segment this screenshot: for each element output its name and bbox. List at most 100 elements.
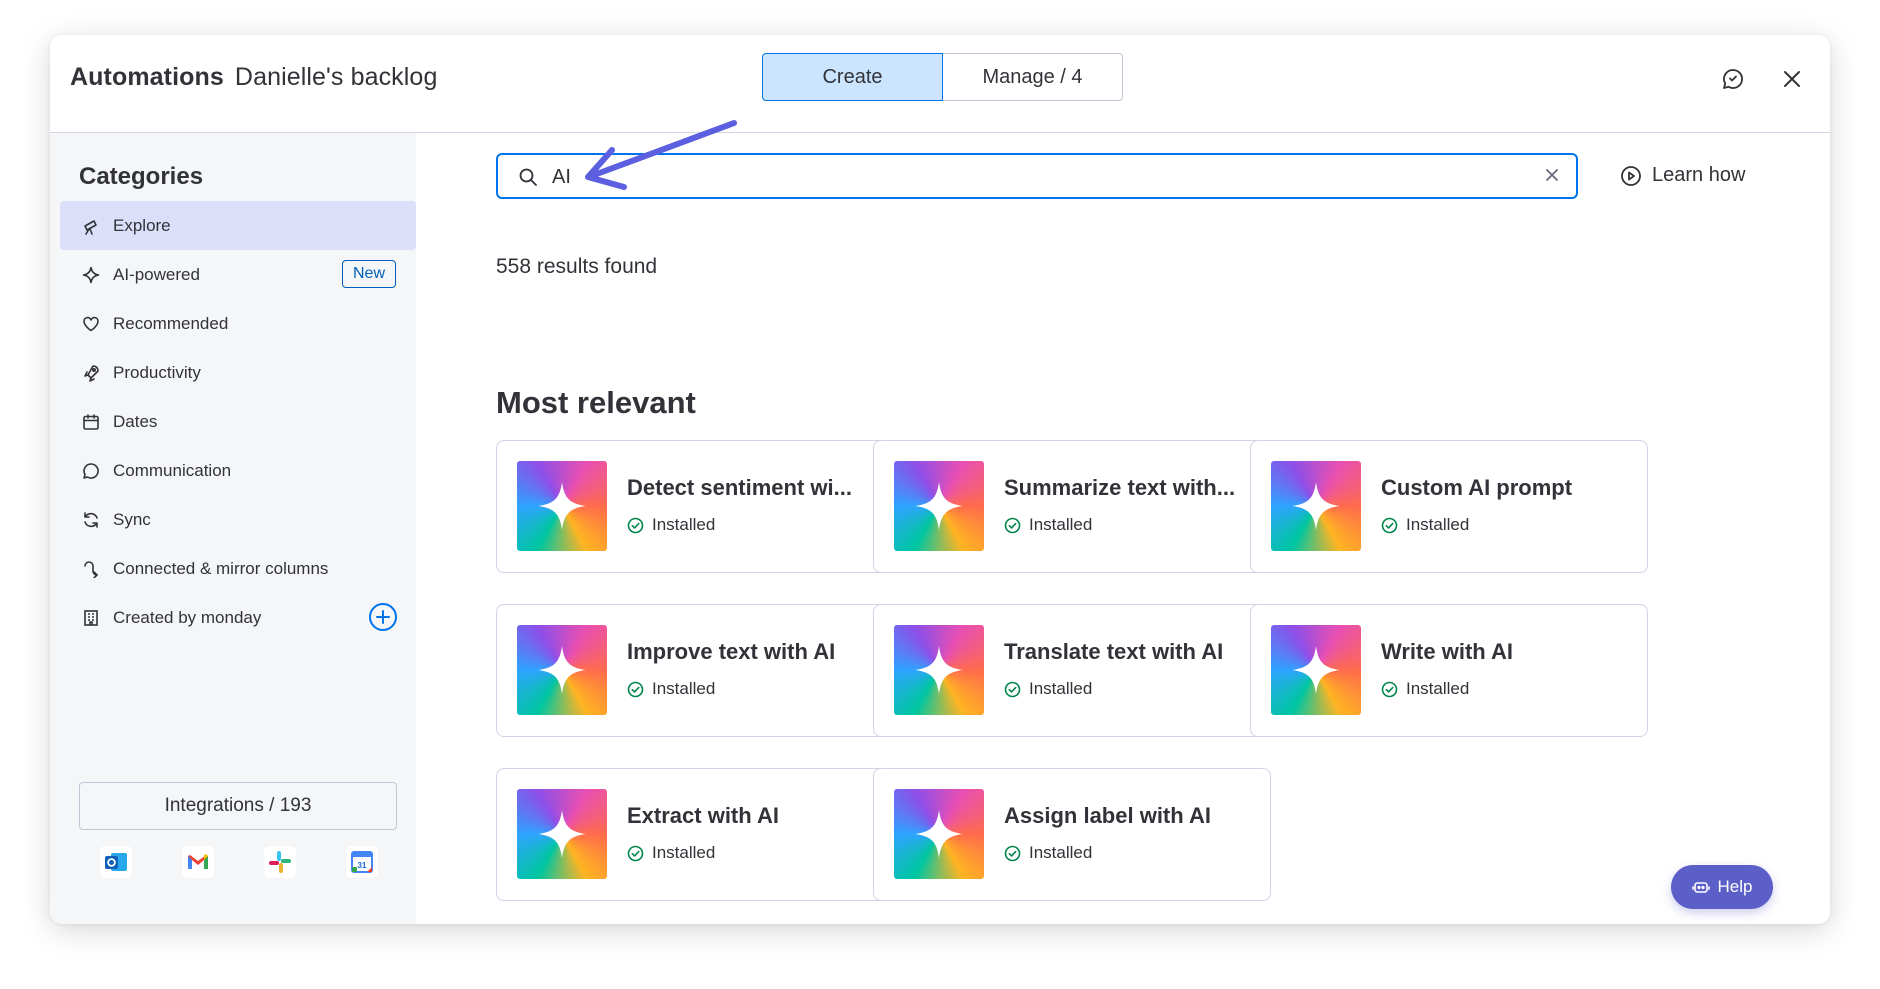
- tab-create[interactable]: Create: [762, 53, 943, 101]
- plus-icon: [376, 610, 390, 624]
- status-label: Installed: [1406, 679, 1470, 698]
- status-label: Installed: [1029, 843, 1093, 862]
- category-connected-mirror[interactable]: Connected & mirror columns: [60, 544, 416, 593]
- ai-sparkle-tile: [894, 461, 984, 551]
- add-custom-button[interactable]: [369, 603, 397, 631]
- category-label: Dates: [113, 411, 158, 431]
- check-circle-icon: [1004, 517, 1021, 534]
- check-circle-icon: [1004, 681, 1021, 698]
- modal-header: Automations Danielle's backlog Create Ma…: [50, 35, 1830, 133]
- sparkle-icon: [1292, 646, 1340, 694]
- help-button[interactable]: Help: [1671, 865, 1773, 909]
- integrations-button[interactable]: Integrations / 193: [79, 782, 397, 830]
- gmail-icon[interactable]: [182, 846, 214, 878]
- slack-icon[interactable]: [264, 846, 296, 878]
- board-name: Danielle's backlog: [234, 63, 438, 91]
- installed-status: Installed: [1381, 679, 1469, 699]
- building-icon: [81, 608, 101, 628]
- check-circle-icon: [1004, 845, 1021, 862]
- ai-sparkle-tile: [1271, 461, 1361, 551]
- search-icon: [518, 167, 538, 192]
- installed-status: Installed: [1004, 515, 1092, 535]
- ai-sparkle-tile: [517, 461, 607, 551]
- search-input[interactable]: [550, 161, 1504, 193]
- card-title: Extract with AI: [627, 803, 779, 828]
- categories-list: Explore AI-powered New Recommended Produ…: [60, 201, 416, 642]
- category-label: Communication: [113, 460, 232, 480]
- category-label: Sync: [113, 509, 151, 529]
- sparkle-icon: [538, 482, 586, 530]
- category-sync[interactable]: Sync: [60, 495, 416, 544]
- category-communication[interactable]: Communication: [60, 446, 416, 495]
- category-label: Created by monday: [113, 607, 262, 627]
- automation-card[interactable]: Extract with AI Installed: [496, 768, 894, 901]
- card-title: Translate text with AI: [1004, 639, 1224, 664]
- calendar-icon: [81, 412, 101, 432]
- clear-search-icon[interactable]: [1544, 167, 1560, 188]
- automation-card[interactable]: Custom AI prompt Installed: [1250, 440, 1648, 573]
- modal-title: Automations Danielle's backlog: [70, 63, 437, 92]
- mirror-icon: [81, 559, 101, 579]
- check-circle-icon: [627, 845, 644, 862]
- automation-card[interactable]: Translate text with AI Installed: [873, 604, 1271, 737]
- category-productivity[interactable]: Productivity: [60, 348, 416, 397]
- installed-status: Installed: [627, 515, 715, 535]
- installed-status: Installed: [627, 679, 715, 699]
- ai-sparkle-tile: [894, 625, 984, 715]
- sparkle-icon: [1292, 482, 1340, 530]
- card-title: Improve text with AI: [627, 639, 836, 664]
- automation-card[interactable]: Summarize text with... Installed: [873, 440, 1271, 573]
- svg-text:31: 31: [358, 861, 367, 870]
- section-title: Most relevant: [496, 385, 696, 420]
- close-icon[interactable]: [1778, 65, 1806, 93]
- category-ai-powered[interactable]: AI-powered New: [60, 250, 416, 299]
- installed-status: Installed: [1004, 679, 1092, 699]
- google-calendar-icon[interactable]: 31: [346, 846, 378, 878]
- robot-icon: [1691, 878, 1710, 896]
- status-label: Installed: [1029, 515, 1093, 534]
- automation-card[interactable]: Write with AI Installed: [1250, 604, 1648, 737]
- automation-card[interactable]: Detect sentiment wi... Installed: [496, 440, 894, 573]
- status-label: Installed: [1029, 679, 1093, 698]
- heart-icon: [81, 314, 101, 334]
- category-label: Recommended: [113, 313, 229, 333]
- installed-status: Installed: [1381, 515, 1469, 535]
- installed-status: Installed: [1004, 843, 1092, 863]
- status-label: Installed: [652, 843, 716, 862]
- automations-modal: Automations Danielle's backlog Create Ma…: [50, 35, 1830, 924]
- category-dates[interactable]: Dates: [60, 397, 416, 446]
- ai-sparkle-tile: [517, 789, 607, 879]
- card-title: Write with AI: [1381, 639, 1513, 664]
- tab-switcher: Create Manage / 4: [762, 53, 1123, 101]
- outlook-icon[interactable]: [100, 846, 132, 878]
- check-circle-icon: [1381, 681, 1398, 698]
- sync-icon: [81, 510, 101, 530]
- automation-card[interactable]: Assign label with AI Installed: [873, 768, 1271, 901]
- category-explore[interactable]: Explore: [60, 201, 416, 250]
- status-label: Installed: [652, 679, 716, 698]
- title-bold: Automations: [70, 63, 224, 91]
- help-label: Help: [1717, 877, 1753, 896]
- status-label: Installed: [1406, 515, 1470, 534]
- sparkle-icon: [915, 646, 963, 694]
- status-label: Installed: [652, 515, 716, 534]
- new-badge: New: [341, 260, 396, 288]
- search-field[interactable]: [496, 153, 1578, 199]
- sparkle-icon: [538, 646, 586, 694]
- learn-how-link[interactable]: Learn how: [1620, 164, 1745, 187]
- category-created-by-monday[interactable]: Created by monday: [60, 593, 416, 642]
- category-recommended[interactable]: Recommended: [60, 299, 416, 348]
- tab-manage[interactable]: Manage / 4: [943, 53, 1123, 101]
- integration-icons: 31: [100, 846, 390, 878]
- play-circle-icon: [1620, 165, 1642, 187]
- categories-sidebar: Categories Explore AI-powered New Recomm…: [50, 133, 416, 924]
- sparkle-icon: [915, 482, 963, 530]
- feedback-icon[interactable]: [1719, 65, 1747, 93]
- category-label: Explore: [113, 215, 171, 235]
- installed-status: Installed: [627, 843, 715, 863]
- categories-title: Categories: [79, 163, 204, 190]
- sparkle-icon: [915, 810, 963, 858]
- ai-sparkle-tile: [517, 625, 607, 715]
- card-title: Custom AI prompt: [1381, 475, 1573, 500]
- automation-card[interactable]: Improve text with AI Installed: [496, 604, 894, 737]
